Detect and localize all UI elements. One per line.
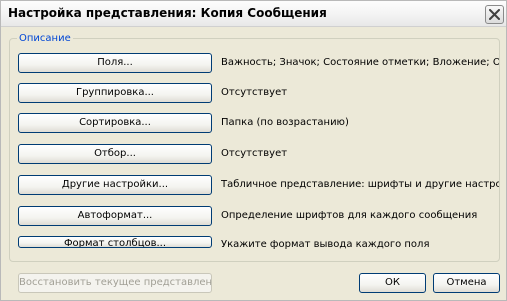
filter-button[interactable]: Отбор...: [18, 144, 212, 164]
autoformat-description: Определение шрифтов для каждого сообщени…: [221, 210, 478, 221]
dialog-title: Настройка представления: Копия Сообщения: [8, 6, 327, 20]
cancel-button[interactable]: Отмена: [433, 273, 500, 293]
filter-description: Отсутствует: [221, 148, 288, 159]
close-icon: [489, 9, 500, 20]
close-button[interactable]: [485, 5, 504, 24]
group-by-description: Отсутствует: [221, 87, 288, 98]
group-by-button[interactable]: Группировка...: [18, 83, 212, 103]
other-settings-description: Табличное представление: шрифты и другие…: [221, 179, 499, 190]
ok-button[interactable]: ОК: [359, 273, 426, 293]
sort-button[interactable]: Сортировка...: [18, 113, 212, 133]
other-settings-button[interactable]: Другие настройки...: [18, 175, 212, 195]
format-columns-description: Укажите формат вывода каждого поля: [221, 239, 430, 250]
reset-view-button[interactable]: Восстановить текущее представление: [18, 273, 212, 293]
view-settings-dialog: Настройка представления: Копия Сообщения…: [0, 0, 507, 301]
format-columns-button[interactable]: Формат столбцов...: [18, 236, 212, 248]
group-legend: Описание: [17, 33, 73, 44]
sort-description: Папка (по возрастанию): [221, 117, 349, 128]
fields-description: Важность; Значок; Состояние отметки; Вло…: [221, 57, 499, 68]
title-bar[interactable]: Настройка представления: Копия Сообщения: [1, 1, 506, 27]
fields-button[interactable]: Поля...: [18, 53, 212, 73]
autoformat-button[interactable]: Автоформат...: [18, 206, 212, 226]
